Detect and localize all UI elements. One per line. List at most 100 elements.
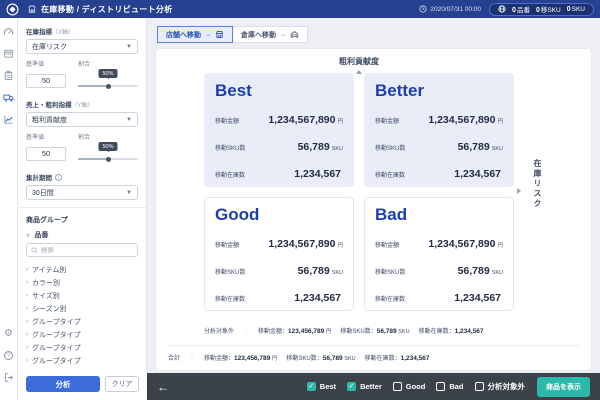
ratio-slider[interactable]: 50%: [78, 143, 138, 165]
base-value-input[interactable]: [26, 147, 66, 161]
truck-distribute-icon[interactable]: [3, 92, 14, 103]
chevron-down-icon: ▼: [126, 44, 132, 50]
base-value-input[interactable]: [26, 74, 66, 88]
metric-label: 移動在庫数: [215, 294, 245, 303]
metric-label: 移動在庫数: [375, 170, 405, 179]
info-icon[interactable]: i: [55, 174, 62, 181]
metric-value: 1,234,567,890円: [268, 234, 343, 252]
metric-value: 1,234,567: [454, 164, 503, 182]
storefront-icon: [215, 30, 224, 39]
slider-tooltip: 50%: [98, 69, 117, 78]
base-value-label: 基準値: [26, 132, 68, 141]
stat-sku: 0SKU: [567, 6, 585, 13]
metric-value: 1,234,567,890円: [428, 110, 503, 128]
inventory-metric-select[interactable]: 在庫リスク▼: [26, 39, 138, 54]
quadrant-better[interactable]: Better 移動金額1,234,567,890円 移動SKU数56,789SK…: [364, 73, 514, 187]
quadrant-title: Good: [215, 206, 343, 225]
metric-label: 移動在庫数: [215, 170, 245, 179]
filter-checkbox-better[interactable]: ✓Better: [347, 382, 382, 391]
tree-item[interactable]: ›サイズ別: [26, 289, 138, 302]
tree-item[interactable]: ›グループタイプ: [26, 315, 138, 328]
inventory-metric-label: 在庫指標（X軸）: [26, 26, 138, 36]
metric-value: 56,789SKU: [298, 137, 343, 155]
tree-item[interactable]: ›アイテム別: [26, 263, 138, 276]
bottom-action-bar: ← ✓Best ✓Better ✓Good ✓ Bad ✓分析対象外 商品を表示: [147, 373, 600, 400]
caret-right-icon: ›: [26, 306, 28, 312]
settings-gear-icon[interactable]: ⚙: [3, 328, 14, 339]
caret-right-icon: ›: [26, 319, 28, 325]
ratio-slider[interactable]: 50%: [78, 70, 138, 92]
tree-item[interactable]: ›カラー別: [26, 276, 138, 289]
stat-move-sku: 0移SKU: [536, 4, 561, 14]
tree-item-hinban[interactable]: ∨品番: [26, 230, 138, 240]
quadrant-bad[interactable]: Bad 移動金額1,234,567,890円 移動SKU数56,789SKU 移…: [364, 197, 514, 311]
filter-checkbox-good[interactable]: ✓Good: [393, 382, 426, 391]
tree-item[interactable]: ›グループタイプ: [26, 354, 138, 367]
period-label: 集計期間i: [26, 172, 138, 182]
calendar-icon[interactable]: [3, 48, 14, 59]
excluded-summary-row: 分析対象外｜ 移動金額：123,456,789 円 移動SKU数：56,789 …: [204, 326, 484, 335]
help-icon[interactable]: ?: [3, 350, 14, 361]
slider-thumb[interactable]: [106, 157, 111, 162]
checkbox-icon[interactable]: ✓: [475, 382, 484, 391]
metric-label: 移動SKU数: [375, 143, 405, 152]
checkbox-icon[interactable]: ✓: [347, 382, 356, 391]
show-products-button[interactable]: 商品を表示: [537, 377, 590, 397]
tab-move-to-store[interactable]: 店舗へ移動→: [157, 26, 233, 43]
period-select[interactable]: 30日間▼: [26, 185, 138, 200]
filter-checkbox-best[interactable]: ✓Best: [307, 382, 336, 391]
clear-button[interactable]: クリア: [105, 376, 139, 392]
total-label: 合計: [168, 353, 180, 362]
analyze-button[interactable]: 分析: [26, 376, 100, 392]
line-chart-icon[interactable]: [3, 114, 14, 125]
move-target-tabs: 店舗へ移動→ 倉庫へ移動→: [157, 26, 308, 43]
profit-metric-label: 売上・粗利指標（Y軸）: [26, 99, 138, 109]
slider-tooltip: 50%: [98, 142, 117, 151]
arrow-right-icon: →: [280, 32, 286, 38]
y-axis-label: 粗利貢献度: [204, 56, 514, 67]
caret-right-icon: ›: [26, 358, 28, 364]
metric-value: 56,789SKU: [458, 137, 503, 155]
search-box[interactable]: [26, 243, 138, 257]
store-icon: [27, 4, 37, 14]
profit-metric-select[interactable]: 粗利貢献度▼: [26, 112, 138, 127]
clipboard-icon[interactable]: [3, 70, 14, 81]
metric-value: 1,234,567: [454, 288, 503, 306]
quadrant-title: Better: [375, 82, 503, 101]
quadrant-good[interactable]: Good 移動金額1,234,567,890円 移動SKU数56,789SKU …: [204, 197, 354, 311]
filter-checkbox-excluded[interactable]: ✓分析対象外: [475, 381, 526, 392]
metric-value: 56,789SKU: [458, 261, 503, 279]
checkbox-icon[interactable]: ✓: [393, 382, 402, 391]
filter-checkbox-bad[interactable]: ✓ Bad: [436, 382, 463, 391]
stat-hinban: 0品番: [512, 4, 530, 14]
metric-value: 1,234,567,890円: [428, 234, 503, 252]
ratio-label: 割合: [78, 59, 138, 68]
logout-icon[interactable]: [3, 372, 14, 383]
search-input[interactable]: [41, 247, 121, 254]
x-axis-arrow-icon: [517, 188, 524, 194]
checkbox-icon[interactable]: ✓: [436, 382, 445, 391]
selection-summary-pill[interactable]: 0品番 0移SKU 0SKU: [489, 3, 594, 16]
tree-item[interactable]: ›グループタイプ: [26, 328, 138, 341]
quadrant-grid: Best 移動金額1,234,567,890円 移動SKU数56,789SKU …: [204, 73, 514, 311]
tree-item[interactable]: ›グループタイプ: [26, 341, 138, 354]
slider-thumb[interactable]: [106, 84, 111, 89]
divider: [168, 345, 579, 346]
dashboard-gauge-icon[interactable]: [3, 26, 14, 37]
sidebar-actions: 分析 クリア: [18, 370, 147, 400]
back-arrow-icon[interactable]: ←: [157, 380, 169, 394]
metric-value: 56,789SKU: [298, 261, 343, 279]
clock-icon: [419, 5, 427, 13]
quadrant-best[interactable]: Best 移動金額1,234,567,890円 移動SKU数56,789SKU …: [204, 73, 354, 187]
checkbox-label: Bad: [449, 382, 463, 391]
main-content: 店舗へ移動→ 倉庫へ移動→ 粗利貢献度 Best 移動金額1,234,567,8…: [147, 18, 600, 373]
metric-label: 移動金額: [375, 240, 399, 249]
tab-move-to-warehouse[interactable]: 倉庫へ移動→: [232, 26, 308, 43]
caret-right-icon: ›: [26, 332, 28, 338]
app-logo-icon[interactable]: [6, 3, 19, 16]
metric-label: 移動金額: [215, 116, 239, 125]
checkbox-icon[interactable]: ✓: [307, 382, 316, 391]
caret-right-icon: ›: [26, 345, 28, 351]
caret-right-icon: ›: [26, 280, 28, 286]
tree-item[interactable]: ›シーズン別: [26, 302, 138, 315]
